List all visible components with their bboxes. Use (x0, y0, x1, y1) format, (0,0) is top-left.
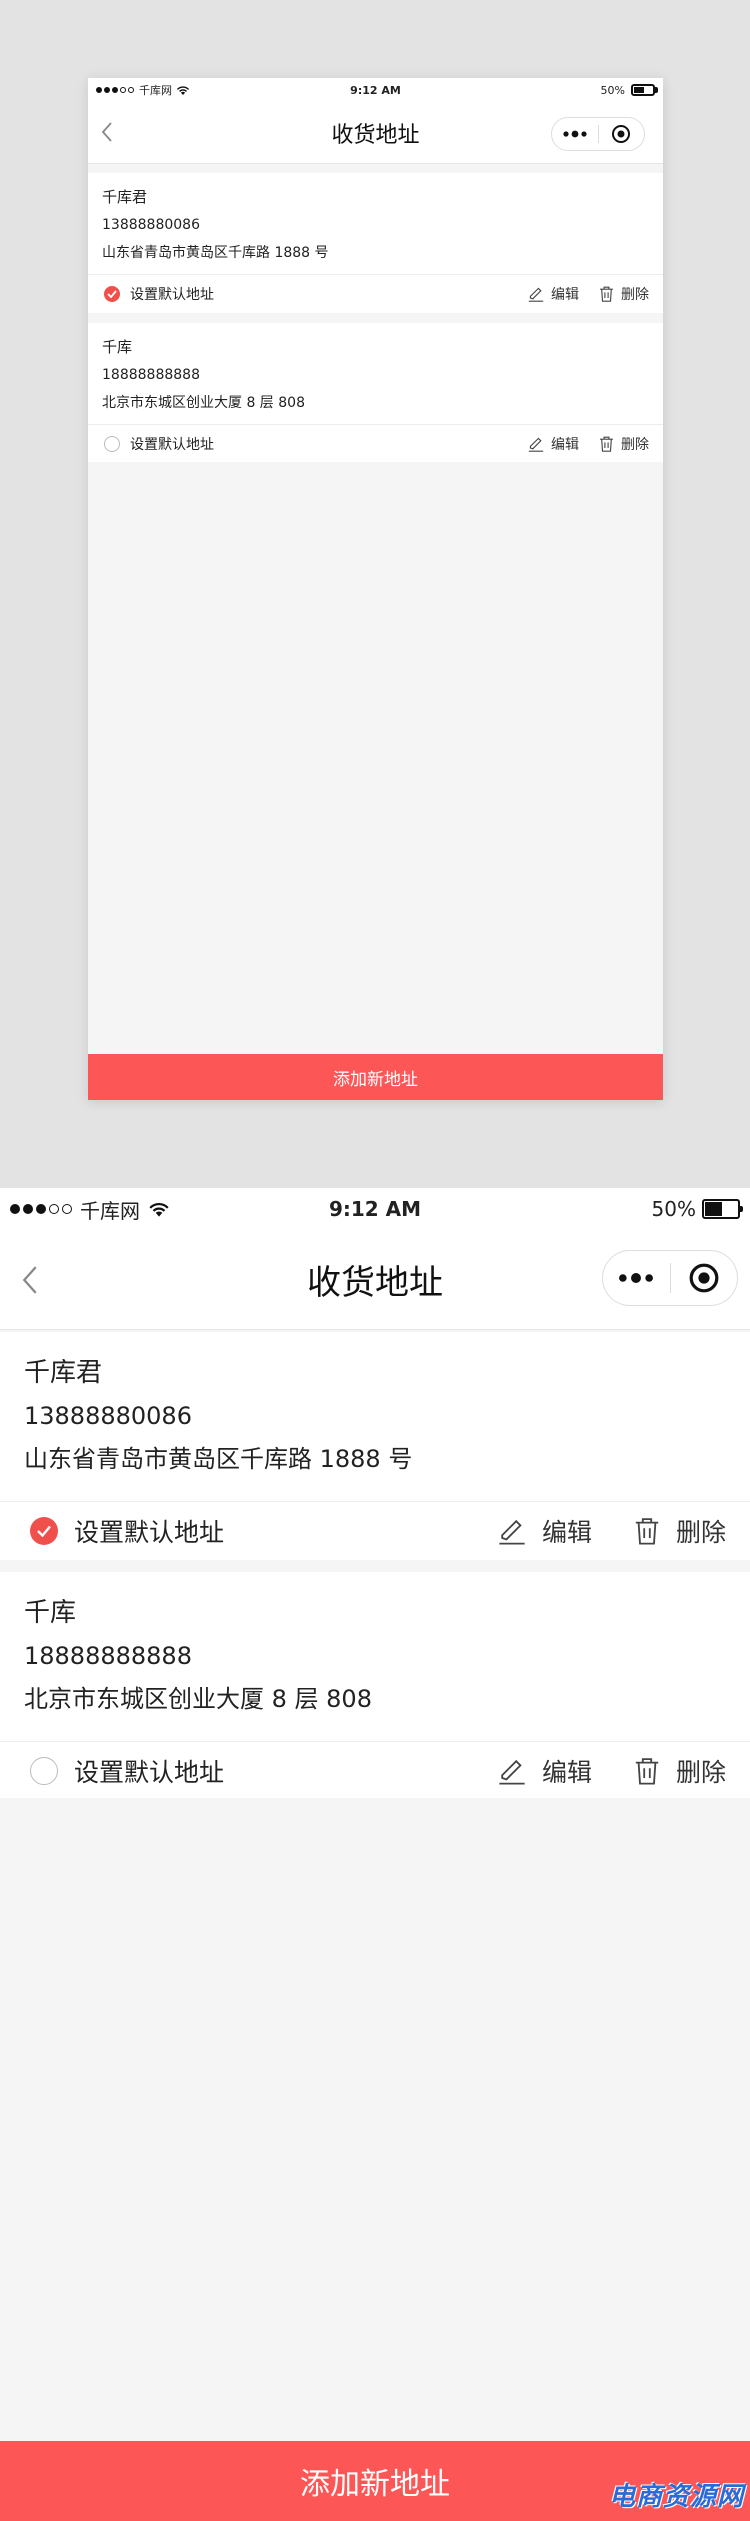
set-default-label: 设置默认地址 (74, 1758, 225, 1787)
unchecked-icon (30, 1757, 58, 1785)
battery-icon (702, 1199, 740, 1219)
address-card[interactable]: 千库 18888888888 北京市东城区创业大厦 8 层 808 设置默认地址… (88, 323, 663, 462)
carrier-name: 千库网 (139, 84, 172, 97)
recipient-name: 千库 (102, 338, 133, 356)
target-icon (689, 1263, 719, 1293)
recipient-name: 千库君 (24, 1358, 103, 1388)
close-miniprogram-button[interactable] (599, 124, 645, 144)
status-bar: 千库网 9:12 AM 50% (0, 1188, 750, 1230)
more-dots-icon (619, 1273, 654, 1283)
chevron-left-icon (101, 122, 112, 142)
status-time: 9:12 AM (350, 83, 401, 97)
recipient-phone: 13888880086 (102, 217, 200, 233)
recipient-phone: 18888888888 (24, 1642, 192, 1670)
recipient-name: 千库 (24, 1598, 77, 1628)
set-default-toggle[interactable]: 设置默认地址 (30, 1513, 224, 1549)
address-info: 千库 18888888888 北京市东城区创业大厦 8 层 808 (0, 1572, 750, 1742)
nav-bar: 收货地址 (0, 1230, 750, 1330)
wifi-icon (176, 85, 190, 95)
address-info: 千库君 13888880086 山东省青岛市黄岛区千库路 1888 号 (0, 1332, 750, 1502)
address-card[interactable]: 千库君 13888880086 山东省青岛市黄岛区千库路 1888 号 设置默认… (88, 173, 663, 313)
set-default-label: 设置默认地址 (130, 437, 214, 453)
pencil-icon (528, 437, 544, 452)
address-card[interactable]: 千库 18888888888 北京市东城区创业大厦 8 层 808 设置默认地址… (0, 1572, 750, 1798)
edit-button[interactable]: 编辑 (528, 284, 579, 304)
recipient-address: 北京市东城区创业大厦 8 层 808 (102, 395, 305, 411)
recipient-name: 千库君 (102, 188, 148, 206)
more-button[interactable] (603, 1272, 670, 1284)
wifi-icon (149, 1202, 169, 1217)
battery-percent: 50% (600, 83, 625, 97)
miniprogram-capsule (551, 117, 645, 151)
nav-bar: 收货地址 (88, 102, 663, 164)
page-title: 收货地址 (331, 122, 420, 148)
pencil-icon (528, 287, 544, 302)
signal-icon (10, 1204, 75, 1214)
set-default-toggle[interactable]: 设置默认地址 (30, 1753, 224, 1789)
edit-button[interactable]: 编辑 (528, 434, 579, 454)
preview-screen: 千库网 9:12 AM 50% 收货地址 千库君 13888880086 山东省 (88, 78, 663, 1100)
more-button[interactable] (552, 130, 598, 138)
recipient-phone: 18888888888 (102, 367, 200, 383)
delete-button[interactable]: 删除 (599, 434, 649, 454)
close-miniprogram-button[interactable] (671, 1262, 738, 1294)
delete-button[interactable]: 删除 (634, 1753, 726, 1789)
pencil-icon (499, 1519, 525, 1545)
page-title: 收货地址 (307, 1263, 443, 1303)
back-button[interactable] (100, 120, 114, 144)
checked-icon (30, 1517, 58, 1545)
back-button[interactable] (20, 1262, 40, 1298)
recipient-address: 山东省青岛市黄岛区千库路 1888 号 (24, 1445, 413, 1473)
status-time: 9:12 AM (328, 1197, 422, 1221)
unchecked-icon (104, 436, 120, 452)
set-default-toggle[interactable]: 设置默认地址 (104, 434, 214, 454)
target-icon (612, 125, 631, 143)
checked-icon (104, 286, 120, 302)
watermark-logo: 电商资源网 (608, 2482, 744, 2512)
carrier-name: 千库网 (80, 1198, 140, 1223)
edit-button[interactable]: 编辑 (498, 1513, 592, 1549)
trash-icon (635, 1758, 659, 1785)
battery-icon (631, 84, 655, 96)
status-bar: 千库网 9:12 AM 50% (88, 78, 663, 102)
delete-button[interactable]: 删除 (599, 284, 649, 304)
address-info: 千库 18888888888 北京市东城区创业大厦 8 层 808 (88, 323, 663, 425)
recipient-phone: 13888880086 (24, 1402, 192, 1430)
signal-icon (96, 87, 136, 93)
more-dots-icon (563, 130, 587, 138)
recipient-address: 北京市东城区创业大厦 8 层 808 (24, 1685, 372, 1713)
chevron-left-icon (22, 1266, 37, 1294)
address-info: 千库君 13888880086 山东省青岛市黄岛区千库路 1888 号 (88, 173, 663, 275)
trash-icon (635, 1518, 659, 1545)
address-card[interactable]: 千库君 13888880086 山东省青岛市黄岛区千库路 1888 号 设置默认… (0, 1332, 750, 1560)
set-default-label: 设置默认地址 (74, 1518, 225, 1547)
edit-button[interactable]: 编辑 (498, 1753, 592, 1789)
set-default-label: 设置默认地址 (130, 287, 214, 303)
battery-percent: 50% (651, 1197, 696, 1221)
set-default-toggle[interactable]: 设置默认地址 (104, 284, 214, 304)
delete-button[interactable]: 删除 (634, 1513, 726, 1549)
trash-icon (600, 436, 613, 452)
recipient-address: 山东省青岛市黄岛区千库路 1888 号 (102, 245, 329, 261)
pencil-icon (499, 1759, 525, 1785)
trash-icon (600, 286, 613, 302)
miniprogram-capsule (602, 1250, 738, 1306)
add-address-button[interactable]: 添加新地址 (88, 1054, 663, 1100)
full-screen: 千库网 9:12 AM 50% 收货地址 千库君 13888880086 山东省 (0, 1188, 750, 2521)
